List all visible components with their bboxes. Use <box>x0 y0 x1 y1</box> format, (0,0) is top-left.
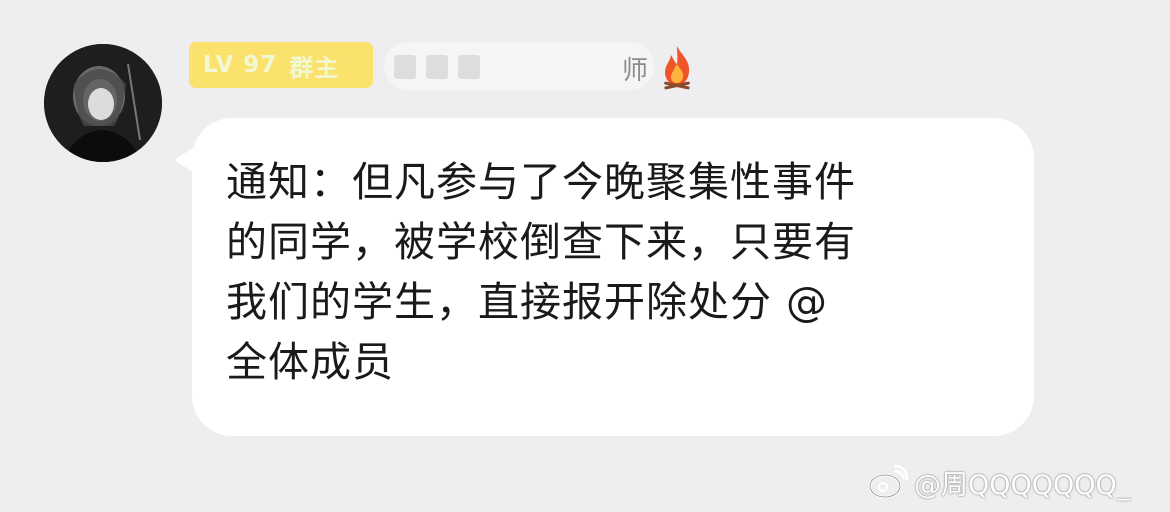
level-badge: LV 97 群主 <box>189 42 373 88</box>
avatar[interactable] <box>44 44 162 162</box>
avatar-image <box>44 44 162 162</box>
weibo-icon <box>868 465 908 499</box>
role-label: 群主 <box>289 53 340 82</box>
message-text: 通知：但凡参与了今晚聚集性事件 的同学，被学校倒查下来，只要有 我们的学生，直接… <box>226 158 856 386</box>
sender-name-redacted[interactable] <box>384 42 654 90</box>
fire-icon <box>664 46 690 90</box>
weibo-watermark: @周QQQQQQQ_ <box>868 462 1130 502</box>
sender-name-suffix: 师 <box>622 56 649 86</box>
watermark-text: @周QQQQQQQ_ <box>914 469 1131 501</box>
level-label: LV 97 <box>203 52 278 78</box>
